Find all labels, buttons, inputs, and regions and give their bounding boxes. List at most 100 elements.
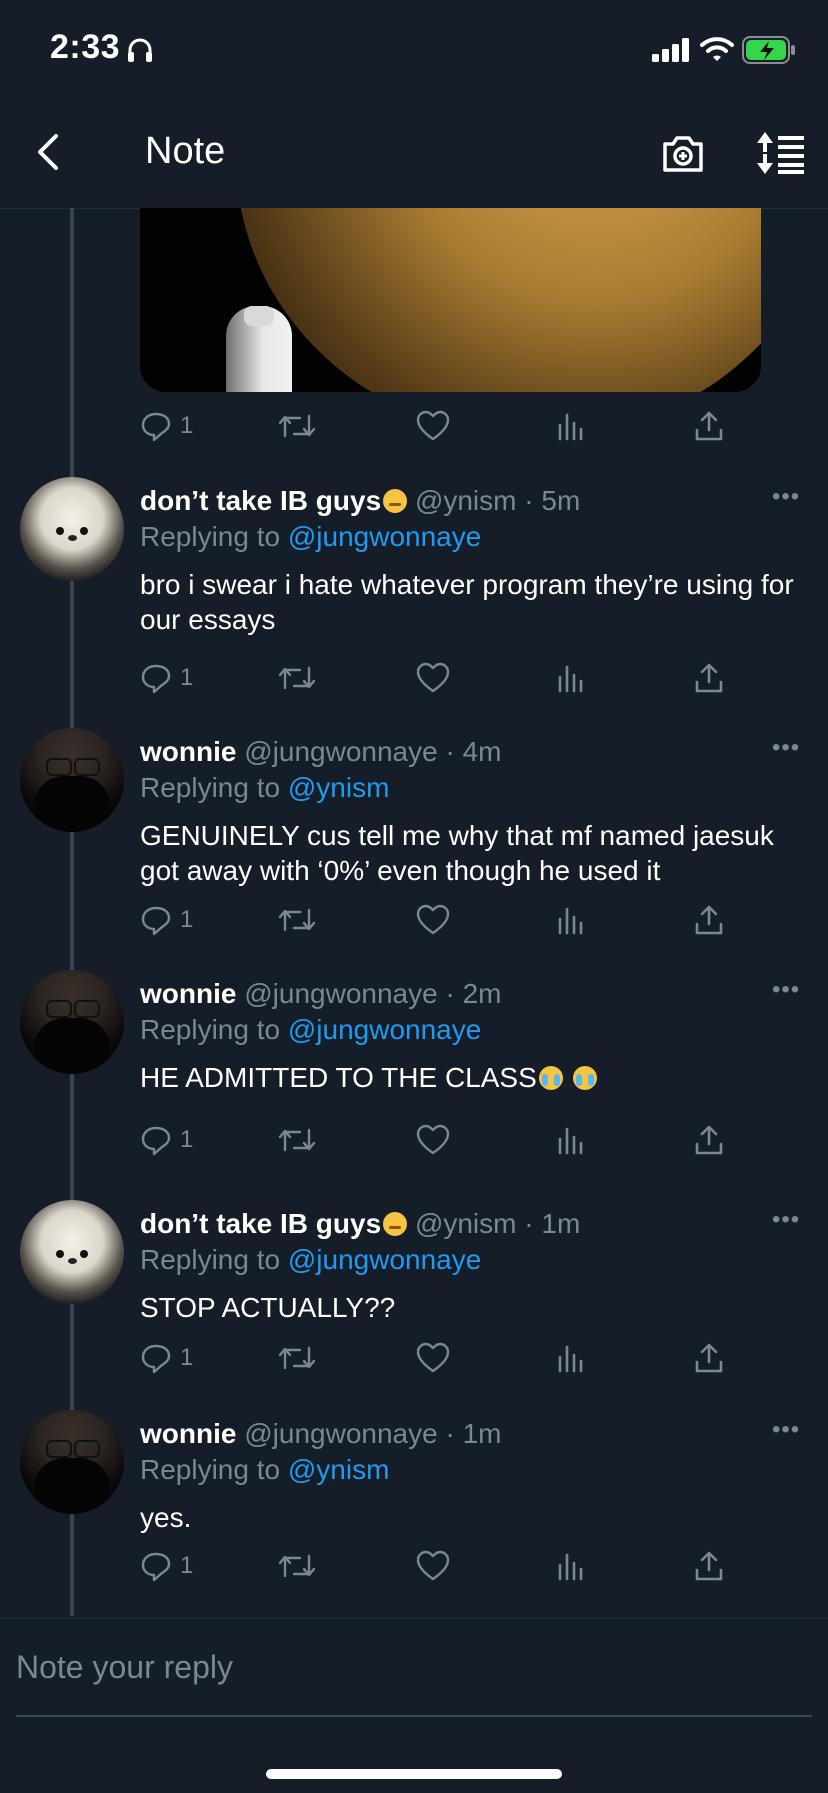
reply-button[interactable]: 1 (140, 1120, 193, 1160)
tweet-actions: 1 (140, 1546, 740, 1586)
like-button[interactable] (416, 1546, 450, 1586)
tweet-time: · 2m (445, 978, 502, 1009)
tweet-text: STOP ACTUALLY?? (140, 1290, 800, 1325)
share-button[interactable] (694, 406, 724, 446)
heart-icon (416, 410, 450, 441)
replying-handle[interactable]: @jungwonnaye (288, 1014, 481, 1045)
bar-chart-icon (558, 907, 583, 935)
replying-handle[interactable]: @jungwonnaye (288, 521, 481, 552)
reply-button[interactable]: 1 (140, 1546, 193, 1586)
replying-handle[interactable]: @ynism (288, 1454, 390, 1485)
views-button[interactable] (556, 406, 586, 446)
avatar-eye (80, 1250, 88, 1258)
replying-to: Replying to @jungwonnaye (140, 1014, 481, 1046)
reply-icon (141, 1552, 171, 1582)
replying-to: Replying to @jungwonnaye (140, 1244, 481, 1276)
views-button[interactable] (556, 1546, 586, 1586)
tweet-text: bro i swear i hate whatever program they… (140, 567, 800, 637)
home-indicator[interactable] (266, 1769, 562, 1779)
views-button[interactable] (556, 1120, 586, 1160)
tweet-time: · 4m (445, 736, 502, 767)
bar-chart-icon (558, 1553, 583, 1581)
tweet-header: wonnie @jungwonnaye · 4m (140, 736, 501, 768)
status-bar: 2:33 (0, 0, 828, 100)
user-handle[interactable]: @ynism (415, 1208, 517, 1239)
avatar[interactable] (20, 477, 124, 581)
reply-icon (141, 1126, 171, 1156)
reply-count: 1 (180, 906, 194, 933)
repost-button[interactable] (278, 1338, 316, 1378)
share-button[interactable] (694, 658, 724, 698)
reply-button[interactable]: 1 (140, 406, 193, 446)
display-name[interactable]: don’t take IB guys (140, 485, 381, 516)
replying-handle[interactable]: @jungwonnaye (288, 1244, 481, 1275)
more-options-icon[interactable]: ••• (772, 483, 800, 511)
media-bottle-cap (244, 306, 274, 326)
display-name[interactable]: wonnie (140, 1418, 236, 1449)
reply-icon (141, 906, 171, 936)
crying-emoji-icon (538, 1066, 563, 1090)
more-options-icon[interactable]: ••• (772, 1206, 800, 1234)
tweet-text-content: STOP ACTUALLY?? (140, 1292, 396, 1323)
reply-button[interactable]: 1 (140, 900, 193, 940)
display-name[interactable]: wonnie (140, 736, 236, 767)
like-button[interactable] (416, 900, 450, 940)
repost-button[interactable] (278, 900, 316, 940)
avatar-mask (34, 1018, 110, 1074)
avatar[interactable] (20, 1200, 124, 1304)
user-handle[interactable]: @ynism (415, 485, 517, 516)
tweet-media-image[interactable] (140, 208, 761, 392)
display-name[interactable]: wonnie (140, 978, 236, 1009)
bar-chart-icon (558, 665, 583, 693)
reply-icon (141, 1344, 171, 1374)
repost-icon (278, 1128, 316, 1152)
replying-label: Replying to (140, 1454, 288, 1485)
replying-handle[interactable]: @ynism (288, 772, 390, 803)
reply-count: 1 (180, 412, 194, 439)
tweet-actions: 1 (140, 658, 740, 698)
repost-button[interactable] (278, 406, 316, 446)
share-button[interactable] (694, 1338, 724, 1378)
tweet-text-content: bro i swear i hate whatever program they… (140, 569, 794, 635)
repost-button[interactable] (278, 658, 316, 698)
repost-icon (278, 1346, 316, 1370)
chevron-left-icon[interactable] (28, 130, 72, 174)
tweet-header: don’t take IB guys @ynism · 5m (140, 485, 580, 517)
user-handle[interactable]: @jungwonnaye (244, 1418, 437, 1449)
like-button[interactable] (416, 658, 450, 698)
views-button[interactable] (556, 1338, 586, 1378)
reply-button[interactable]: 1 (140, 658, 193, 698)
like-button[interactable] (416, 406, 450, 446)
share-button[interactable] (694, 1546, 724, 1586)
avatar[interactable] (20, 1410, 124, 1514)
user-handle[interactable]: @jungwonnaye (244, 736, 437, 767)
sort-icon[interactable] (754, 130, 806, 176)
repost-icon (278, 414, 316, 438)
reply-input[interactable] (16, 1643, 812, 1691)
avatar-mask (34, 1458, 110, 1514)
views-button[interactable] (556, 658, 586, 698)
replying-label: Replying to (140, 772, 288, 803)
more-options-icon[interactable]: ••• (772, 976, 800, 1004)
avatar[interactable] (20, 970, 124, 1074)
reply-count: 1 (180, 664, 194, 691)
repost-button[interactable] (278, 1546, 316, 1586)
avatar-mask (34, 776, 110, 832)
repost-button[interactable] (278, 1120, 316, 1160)
tweet-header: don’t take IB guys @ynism · 1m (140, 1208, 580, 1240)
camera-icon[interactable] (660, 130, 706, 176)
tweet-text: HE ADMITTED TO THE CLASS (140, 1060, 800, 1095)
more-options-icon[interactable]: ••• (772, 1416, 800, 1444)
avatar[interactable] (20, 728, 124, 832)
reply-button[interactable]: 1 (140, 1338, 193, 1378)
views-button[interactable] (556, 900, 586, 940)
more-options-icon[interactable]: ••• (772, 734, 800, 762)
share-icon (695, 1343, 723, 1373)
user-handle[interactable]: @jungwonnaye (244, 978, 437, 1009)
like-button[interactable] (416, 1120, 450, 1160)
like-button[interactable] (416, 1338, 450, 1378)
share-button[interactable] (694, 900, 724, 940)
bar-chart-icon (558, 1345, 583, 1373)
display-name[interactable]: don’t take IB guys (140, 1208, 381, 1239)
share-button[interactable] (694, 1120, 724, 1160)
